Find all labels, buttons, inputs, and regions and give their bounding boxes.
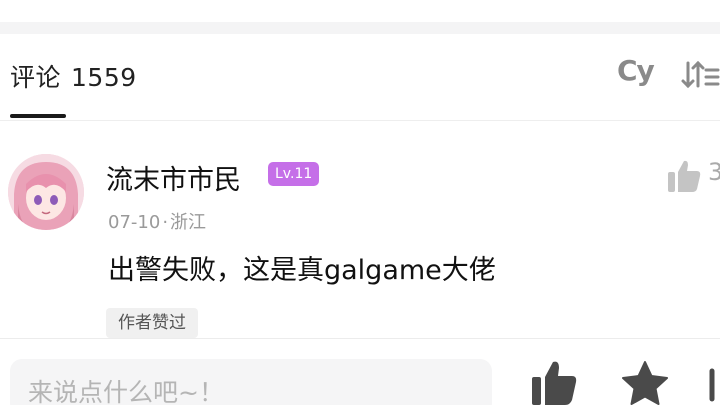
comment-text: 出警失败，这是真galgame大佬 — [108, 255, 496, 286]
bottom-input-bar — [0, 338, 720, 405]
section-gap — [0, 22, 720, 34]
comment-meta: 07-10 · 浙江 — [108, 208, 206, 234]
comments-tab[interactable]: 评论 1559 — [10, 58, 137, 94]
thumbs-up-icon[interactable] — [666, 158, 702, 194]
top-content-edge — [0, 0, 720, 22]
meta-separator: · — [162, 212, 169, 233]
active-tab-indicator — [10, 114, 66, 118]
comments-tab-label: 评论 — [10, 63, 62, 92]
share-icon[interactable] — [708, 365, 720, 405]
comment-date: 07-10 — [108, 212, 161, 233]
header-divider — [0, 120, 720, 121]
star-icon[interactable] — [620, 359, 670, 405]
author-liked-tag: 作者赞过 — [106, 308, 198, 338]
like-button-icon[interactable] — [530, 359, 578, 405]
comment-item: 流末市市民 Lv.11 07-10 · 浙江 出警失败，这是真galgame大佬 作… — [0, 144, 720, 338]
sort-icon[interactable] — [680, 58, 720, 92]
level-badge: Lv.11 — [268, 162, 320, 186]
avatar[interactable] — [8, 154, 84, 230]
like-count: 3 — [708, 158, 720, 186]
comment-input[interactable] — [28, 375, 468, 405]
comment-input-box[interactable] — [10, 359, 492, 405]
comment-location: 浙江 — [170, 212, 207, 233]
comments-header: 评论 1559 Cy — [0, 34, 720, 120]
cy-button[interactable]: Cy — [617, 54, 657, 90]
comments-count: 1559 — [71, 63, 137, 92]
comment-username[interactable]: 流末市市民 — [106, 158, 241, 197]
